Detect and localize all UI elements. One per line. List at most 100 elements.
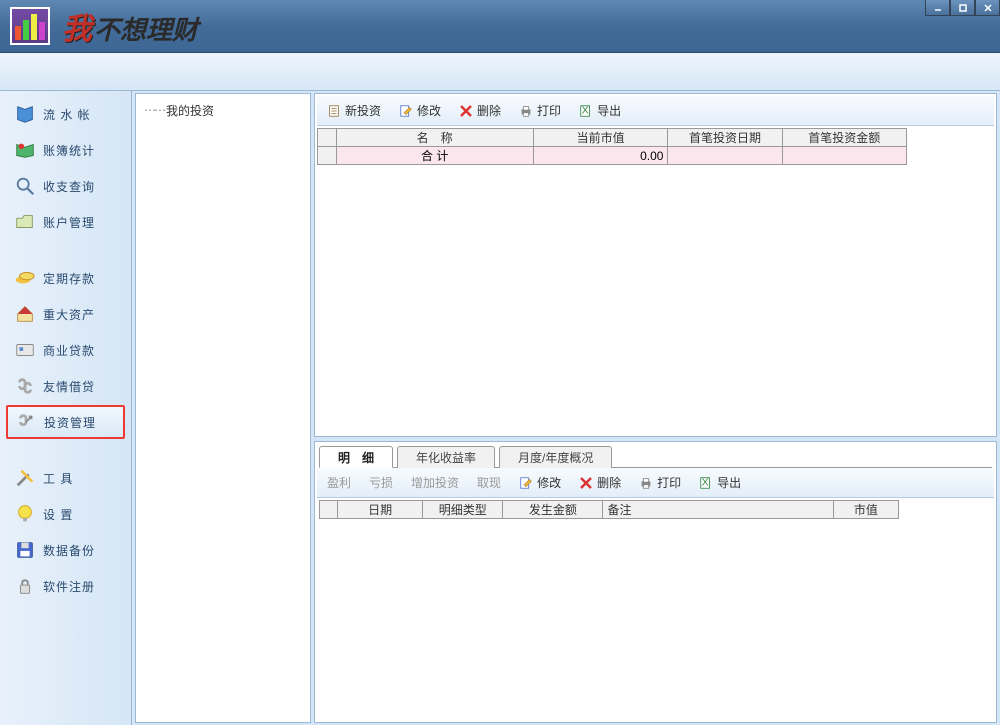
sidebar-item-backup[interactable]: 数据备份 <box>6 533 125 567</box>
sidebar-item-label: 友情借贷 <box>43 378 95 395</box>
sidebar-item-label: 数据备份 <box>43 542 95 559</box>
button-label: 盈利 <box>327 474 351 491</box>
edit-button[interactable]: 修改 <box>399 102 441 119</box>
delete-icon <box>579 476 593 490</box>
col-amount[interactable]: 发生金额 <box>503 501 603 519</box>
print-button[interactable]: 打印 <box>519 102 561 119</box>
sidebar-item-account[interactable]: 账户管理 <box>6 205 125 239</box>
sidebar-item-label: 投资管理 <box>44 414 96 431</box>
sidebar-item-investment[interactable]: 投资管理 <box>6 405 125 439</box>
button-label: 修改 <box>537 474 561 491</box>
close-button[interactable] <box>975 0 1000 16</box>
button-label: 新投资 <box>345 102 381 119</box>
col-first-amount[interactable]: 首笔投资金额 <box>782 129 906 147</box>
bottom-panel: 明 细 年化收益率 月度/年度概况 盈利 亏损 增加投资 取现 修改 删除 <box>314 441 997 723</box>
export-icon: X <box>579 104 593 118</box>
delete-detail-button[interactable]: 删除 <box>579 474 621 491</box>
sidebar-item-tools[interactable]: 工 具 <box>6 461 125 495</box>
tree-root-label: 我的投资 <box>166 102 214 119</box>
row-selector-header[interactable] <box>318 129 337 147</box>
top-toolbar: 新投资 修改 删除 打印 X 导出 <box>317 96 994 126</box>
sidebar-item-deposit[interactable]: 定期存款 <box>6 261 125 295</box>
search-icon <box>13 174 37 198</box>
svg-text:X: X <box>702 476 709 488</box>
top-panel: 新投资 修改 删除 打印 X 导出 <box>314 93 997 437</box>
delete-icon <box>459 104 473 118</box>
profit-button[interactable]: 盈利 <box>327 474 351 491</box>
col-remark[interactable]: 备注 <box>603 501 833 519</box>
print-icon <box>639 476 653 490</box>
top-strip <box>0 53 1000 91</box>
button-label: 亏损 <box>369 474 393 491</box>
sidebar-item-asset[interactable]: 重大资产 <box>6 297 125 331</box>
button-label: 删除 <box>597 474 621 491</box>
app-title: 我 不想理财 <box>62 4 198 48</box>
main-area: 流 水 帐 账簿统计 收支查询 账户管理 定期存款 重大资产 商业贷款 <box>0 91 1000 725</box>
total-label: 合 计 <box>336 147 533 165</box>
minimize-button[interactable] <box>925 0 950 16</box>
export-button[interactable]: X 导出 <box>579 102 621 119</box>
tabs-row: 明 细 年化收益率 月度/年度概况 <box>319 446 992 468</box>
book-blue-icon <box>13 102 37 126</box>
app-logo <box>10 7 50 45</box>
row-selector-header[interactable] <box>320 501 338 519</box>
button-label: 取现 <box>477 474 501 491</box>
total-first-date <box>668 147 782 165</box>
col-value[interactable]: 市值 <box>833 501 898 519</box>
sidebar-divider <box>6 241 125 261</box>
col-market-value[interactable]: 当前市值 <box>533 129 668 147</box>
sidebar-item-ledger[interactable]: 流 水 帐 <box>6 97 125 131</box>
sidebar-item-label: 商业贷款 <box>43 342 95 359</box>
sidebar-item-stats[interactable]: 账簿统计 <box>6 133 125 167</box>
delete-button[interactable]: 删除 <box>459 102 501 119</box>
house-icon <box>13 302 37 326</box>
loss-button[interactable]: 亏损 <box>369 474 393 491</box>
print-detail-button[interactable]: 打印 <box>639 474 681 491</box>
tab-detail[interactable]: 明 细 <box>319 446 393 468</box>
tree-panel: 我的投资 <box>135 93 311 723</box>
sidebar-item-label: 定期存款 <box>43 270 95 287</box>
new-investment-button[interactable]: 新投资 <box>327 102 381 119</box>
sidebar: 流 水 帐 账簿统计 收支查询 账户管理 定期存款 重大资产 商业贷款 <box>0 91 132 725</box>
col-name[interactable]: 名 称 <box>336 129 533 147</box>
edit-icon <box>519 476 533 490</box>
sidebar-item-friend-loan[interactable]: 友情借贷 <box>6 369 125 403</box>
col-date[interactable]: 日期 <box>338 501 423 519</box>
window-controls <box>925 0 1000 16</box>
tab-annual[interactable]: 年化收益率 <box>397 446 495 468</box>
withdraw-button[interactable]: 取现 <box>477 474 501 491</box>
sidebar-item-label: 重大资产 <box>43 306 95 323</box>
investment-table-wrap: 名 称 当前市值 首笔投资日期 首笔投资金额 合 计 0.00 <box>317 128 994 165</box>
maximize-button[interactable] <box>950 0 975 16</box>
sidebar-item-label: 设 置 <box>43 506 73 523</box>
investment-table: 名 称 当前市值 首笔投资日期 首笔投资金额 合 计 0.00 <box>317 128 907 165</box>
export-icon: X <box>699 476 713 490</box>
sidebar-item-settings[interactable]: 设 置 <box>6 497 125 531</box>
print-icon <box>519 104 533 118</box>
sidebar-item-loan[interactable]: 商业贷款 <box>6 333 125 367</box>
row-selector[interactable] <box>318 147 337 165</box>
invest-icon <box>14 410 38 434</box>
sidebar-item-label: 工 具 <box>43 470 73 487</box>
tab-period[interactable]: 月度/年度概况 <box>499 446 612 468</box>
tools-icon <box>13 466 37 490</box>
edit-detail-button[interactable]: 修改 <box>519 474 561 491</box>
title-bar: 我 不想理财 <box>0 0 1000 53</box>
total-row[interactable]: 合 计 0.00 <box>318 147 907 165</box>
sidebar-item-label: 收支查询 <box>43 178 95 195</box>
content-area: 新投资 修改 删除 打印 X 导出 <box>314 93 997 723</box>
svg-text:X: X <box>582 104 589 116</box>
document-icon <box>327 104 341 118</box>
button-label: 打印 <box>657 474 681 491</box>
tree-root-item[interactable]: 我的投资 <box>144 100 302 120</box>
lock-icon <box>13 574 37 598</box>
add-investment-button[interactable]: 增加投资 <box>411 474 459 491</box>
sidebar-item-label: 账簿统计 <box>43 142 95 159</box>
sidebar-item-register[interactable]: 软件注册 <box>6 569 125 603</box>
export-detail-button[interactable]: X 导出 <box>699 474 741 491</box>
sidebar-item-query[interactable]: 收支查询 <box>6 169 125 203</box>
col-type[interactable]: 明细类型 <box>423 501 503 519</box>
sidebar-divider <box>6 441 125 461</box>
col-first-date[interactable]: 首笔投资日期 <box>668 129 782 147</box>
card-icon <box>13 338 37 362</box>
